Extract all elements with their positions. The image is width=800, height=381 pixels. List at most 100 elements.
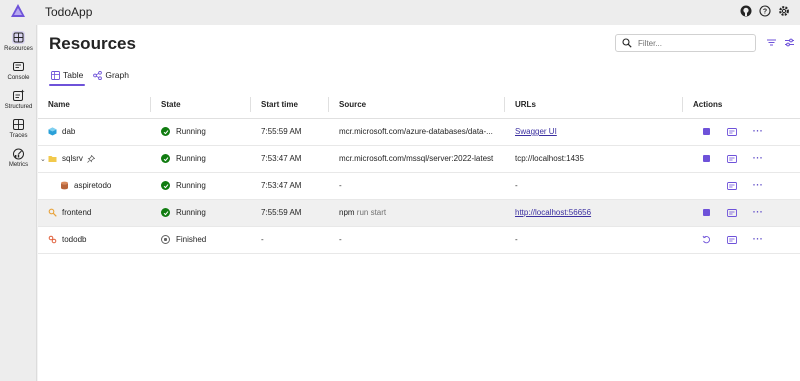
settings-sliders-icon[interactable] bbox=[784, 37, 795, 48]
start-time: 7:55:59 AM bbox=[251, 199, 329, 227]
help-icon[interactable]: ? bbox=[758, 4, 771, 17]
source-text: - bbox=[329, 172, 505, 200]
tab-label: Table bbox=[63, 70, 84, 80]
finished-stop-icon bbox=[161, 235, 170, 244]
main-panel: Resources Table Graph Name State Start t… bbox=[38, 25, 800, 381]
app-title: TodoApp bbox=[45, 5, 93, 19]
endpoint-link[interactable]: Swagger UI bbox=[515, 127, 557, 136]
executable-icon bbox=[48, 208, 57, 217]
endpoint-text: - bbox=[505, 172, 683, 200]
resource-name: aspiretodo bbox=[74, 181, 112, 190]
more-icon: ··· bbox=[752, 180, 764, 190]
stop-icon bbox=[702, 155, 710, 162]
table-header-row: Name State Start time Source URLs Action… bbox=[38, 91, 800, 119]
console-logs-icon bbox=[727, 154, 737, 163]
view-logs-button[interactable] bbox=[719, 206, 745, 220]
view-logs-button[interactable] bbox=[719, 179, 745, 193]
container-icon bbox=[48, 127, 57, 136]
project-icon bbox=[48, 235, 57, 244]
start-time: 7:55:59 AM bbox=[251, 118, 329, 146]
more-actions-button[interactable]: ··· bbox=[745, 179, 771, 193]
stop-button[interactable] bbox=[693, 206, 719, 220]
sidebar-item-label: Traces bbox=[9, 133, 28, 139]
filter-box[interactable] bbox=[615, 34, 756, 52]
resource-name: dab bbox=[62, 127, 76, 136]
start-time: 7:53:47 AM bbox=[251, 145, 329, 173]
column-header-start-time[interactable]: Start time bbox=[251, 91, 329, 119]
stop-button[interactable] bbox=[693, 125, 719, 139]
running-check-icon bbox=[161, 181, 170, 190]
settings-gear-icon[interactable] bbox=[777, 4, 790, 17]
console-logs-icon bbox=[727, 181, 737, 190]
console-logs-icon bbox=[727, 235, 737, 244]
table-row[interactable]: frontend Running 7:55:59 AM npm run star… bbox=[38, 199, 800, 227]
pin-icon[interactable] bbox=[87, 154, 95, 163]
running-check-icon bbox=[161, 154, 170, 163]
column-header-state[interactable]: State bbox=[151, 91, 251, 119]
sidebar-item-label: Structured bbox=[4, 104, 33, 110]
column-header-actions: Actions bbox=[683, 91, 800, 119]
sidebar-item-traces[interactable]: Traces bbox=[0, 116, 37, 144]
console-icon bbox=[13, 62, 24, 71]
sidebar: Resources Console Structured Traces Metr… bbox=[0, 25, 37, 381]
running-check-icon bbox=[161, 127, 170, 136]
view-logs-button[interactable] bbox=[719, 152, 745, 166]
view-logs-button[interactable] bbox=[719, 125, 745, 139]
more-icon: ··· bbox=[752, 153, 764, 163]
console-logs-icon bbox=[727, 127, 737, 136]
view-tabs: Table Graph bbox=[49, 67, 137, 86]
source-command: npm bbox=[339, 208, 355, 217]
table-row[interactable]: aspiretodo Running 7:53:47 AM - - ··· bbox=[38, 172, 800, 200]
more-actions-button[interactable]: ··· bbox=[745, 233, 771, 247]
endpoint-text: - bbox=[505, 226, 683, 254]
more-actions-button[interactable]: ··· bbox=[745, 206, 771, 220]
table-row[interactable]: ⌄ sqlsrv Running 7:53:47 AM mcr.microsof… bbox=[38, 145, 800, 173]
source-args: run start bbox=[356, 208, 387, 217]
source-text: mcr.microsoft.com/mssql/server:2022-late… bbox=[329, 145, 505, 173]
more-actions-button[interactable]: ··· bbox=[745, 152, 771, 166]
sidebar-item-structured[interactable]: Structured bbox=[0, 87, 37, 115]
sidebar-item-resources[interactable]: Resources bbox=[0, 29, 37, 57]
chevron-down-icon[interactable]: ⌄ bbox=[40, 155, 47, 163]
tab-graph[interactable]: Graph bbox=[91, 67, 131, 83]
resources-table: Name State Start time Source URLs Action… bbox=[38, 91, 800, 254]
sidebar-item-console[interactable]: Console bbox=[0, 58, 37, 86]
state-text: Finished bbox=[176, 235, 207, 244]
table-row[interactable]: tododb Finished - - - ··· bbox=[38, 226, 800, 254]
table-row[interactable]: dab Running 7:55:59 AM mcr.microsoft.com… bbox=[38, 118, 800, 146]
tab-table[interactable]: Table bbox=[49, 67, 86, 86]
sidebar-item-metrics[interactable]: Metrics bbox=[0, 145, 37, 173]
traces-icon bbox=[13, 119, 24, 130]
folder-icon bbox=[48, 156, 57, 162]
stop-icon bbox=[702, 209, 710, 216]
state-text: Running bbox=[176, 127, 206, 136]
resource-name: tododb bbox=[62, 235, 87, 244]
app-logo-icon bbox=[11, 4, 25, 17]
start-time: 7:53:47 AM bbox=[251, 172, 329, 200]
metrics-icon bbox=[13, 148, 24, 160]
more-icon: ··· bbox=[752, 126, 764, 136]
stop-button[interactable] bbox=[693, 152, 719, 166]
tab-label: Graph bbox=[105, 70, 129, 80]
github-icon[interactable] bbox=[739, 4, 752, 17]
graph-icon bbox=[93, 70, 103, 80]
start-time: - bbox=[251, 226, 329, 254]
console-logs-icon bbox=[727, 208, 737, 217]
endpoint-link[interactable]: http://localhost:56656 bbox=[515, 208, 591, 217]
more-actions-button[interactable]: ··· bbox=[745, 125, 771, 139]
filter-options-icon[interactable] bbox=[766, 37, 777, 48]
source-text: mcr.microsoft.com/azure-databases/data-.… bbox=[329, 118, 505, 146]
state-text: Running bbox=[176, 154, 206, 163]
database-icon bbox=[61, 181, 68, 190]
search-icon bbox=[622, 38, 632, 48]
running-check-icon bbox=[161, 208, 170, 217]
view-logs-button[interactable] bbox=[719, 233, 745, 247]
column-header-name[interactable]: Name bbox=[38, 91, 151, 119]
sidebar-item-label: Resources bbox=[4, 46, 33, 52]
filter-input[interactable] bbox=[638, 38, 748, 48]
column-header-source[interactable]: Source bbox=[329, 91, 505, 119]
restart-button[interactable] bbox=[693, 233, 719, 247]
structured-logs-icon bbox=[13, 89, 25, 101]
more-icon: ··· bbox=[752, 207, 764, 217]
column-header-urls[interactable]: URLs bbox=[505, 91, 683, 119]
